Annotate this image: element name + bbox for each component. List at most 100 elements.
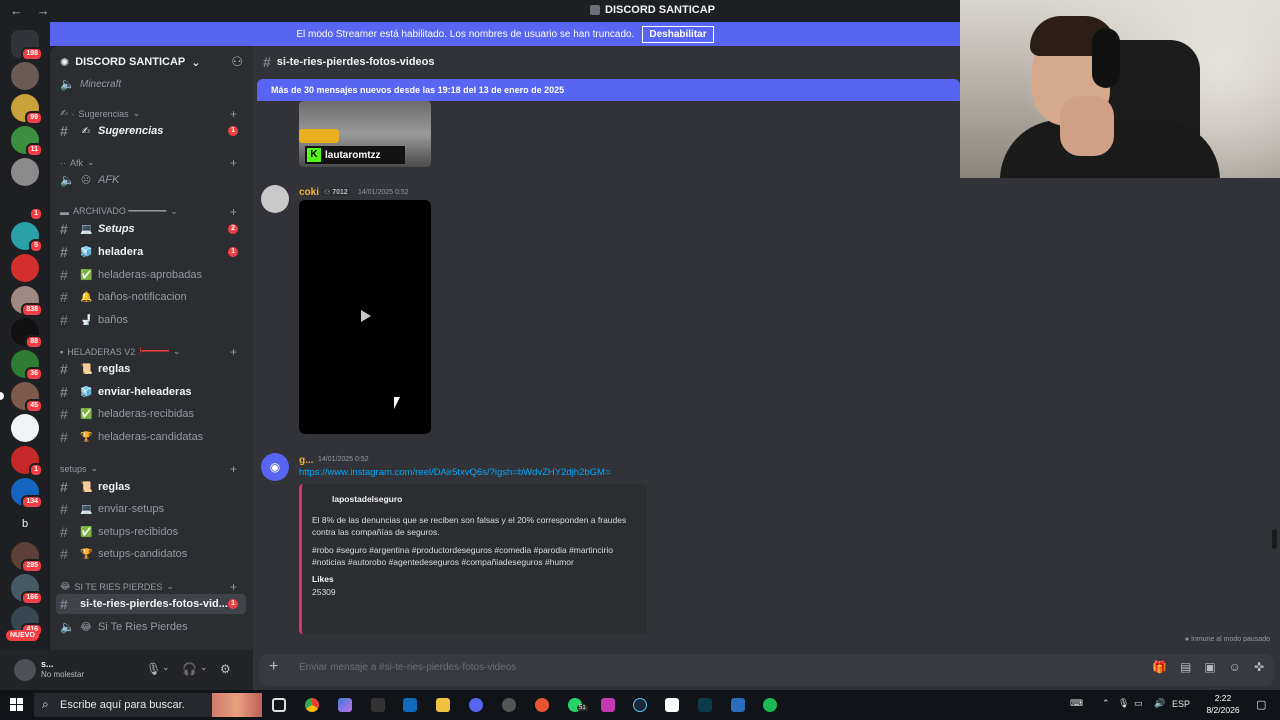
add-channel-icon[interactable]: +: [230, 107, 237, 121]
app-icon[interactable]: [371, 698, 385, 712]
network-icon[interactable]: ▭: [1134, 698, 1143, 709]
discord-icon[interactable]: [469, 698, 483, 712]
app-icon[interactable]: [535, 698, 549, 712]
microphone-icon[interactable]: 🎙: [146, 662, 161, 676]
avatar[interactable]: [261, 185, 289, 213]
voice-channel-si-te-ries-pierdes[interactable]: 🔈 😂 Si Te Ries Pierdes: [56, 617, 246, 637]
app-icon[interactable]: [601, 698, 615, 712]
channel-banos[interactable]: # 🚽 baños: [56, 310, 246, 330]
chevron-up-icon[interactable]: ⌃: [1102, 698, 1110, 709]
channel-heladeras-candidatas[interactable]: # 🏆 heladeras-candidatas: [56, 427, 246, 447]
message-author[interactable]: coki: [299, 187, 319, 198]
discord-avatar-icon[interactable]: ◉: [261, 453, 289, 481]
channel-heladeras-aprobadas[interactable]: # ✅ heladeras-aprobadas: [56, 265, 246, 285]
sticker-icon[interactable]: ▣: [1204, 660, 1215, 674]
server-icon[interactable]: 11: [11, 126, 43, 157]
server-icon[interactable]: [11, 158, 39, 186]
spotify-icon[interactable]: [763, 698, 777, 712]
new-messages-bar[interactable]: Más de 30 mensajes nuevos desde las 19:1…: [257, 79, 960, 101]
mail-icon[interactable]: [403, 698, 417, 712]
taskbar-search[interactable]: ⌕ Escribe aquí para buscar.: [34, 693, 262, 717]
avatar[interactable]: [14, 659, 36, 681]
shield-icon[interactable]: [731, 698, 745, 712]
server-icon[interactable]: 838: [11, 286, 43, 317]
capcut-icon[interactable]: [665, 698, 679, 712]
gift-icon[interactable]: 🎁: [1152, 660, 1167, 674]
obs-icon[interactable]: [502, 698, 516, 712]
notifications-icon[interactable]: ▢: [1256, 698, 1266, 711]
add-channel-icon[interactable]: +: [230, 580, 237, 594]
add-attachment-icon[interactable]: +: [269, 658, 278, 676]
discord-home-icon[interactable]: 198: [11, 30, 43, 61]
gif-icon[interactable]: ▤: [1180, 660, 1191, 674]
channel-heladera[interactable]: # 🧊 heladera 1: [56, 242, 246, 262]
server-icon[interactable]: [11, 414, 39, 442]
server-icon[interactable]: 1: [11, 446, 43, 477]
chevron-down-icon[interactable]: ⌄: [200, 662, 208, 673]
embed-author[interactable]: lapostadelseguro: [332, 494, 637, 504]
message-input[interactable]: Enviar mensaje a #si-te-ries-pierdes-fot…: [299, 662, 516, 673]
server-icon[interactable]: 88: [11, 318, 43, 349]
apps-icon[interactable]: ✜: [1254, 660, 1264, 674]
emoji-icon[interactable]: ☺: [1229, 660, 1241, 674]
headphones-icon[interactable]: 🎧: [182, 662, 197, 676]
channel-setups-recibidos[interactable]: # ✅ setups-recibidos: [56, 522, 246, 542]
category-afk[interactable]: ·· Afk ⌄ +: [60, 156, 237, 170]
voice-channel-afk[interactable]: 🔈 ☹ AFK: [56, 170, 246, 190]
add-channel-icon[interactable]: +: [230, 462, 237, 476]
play-icon[interactable]: [361, 310, 371, 322]
video-attachment[interactable]: [299, 200, 431, 434]
server-icon[interactable]: 1: [11, 190, 43, 221]
file-explorer-icon[interactable]: [436, 698, 450, 712]
steam-icon[interactable]: [633, 698, 647, 712]
copilot-icon[interactable]: [338, 698, 352, 712]
category-sugerencias[interactable]: ✍ · Sugerencias ⌄ +: [60, 107, 237, 121]
chrome-icon[interactable]: [305, 698, 319, 712]
server-icon[interactable]: 134: [11, 478, 43, 509]
server-icon[interactable]: 285: [11, 542, 43, 573]
microphone-icon[interactable]: 🎙: [1118, 698, 1129, 709]
task-view-icon[interactable]: [272, 698, 286, 712]
message-author[interactable]: g...: [299, 455, 313, 466]
server-icon[interactable]: 36: [11, 350, 43, 381]
clock[interactable]: 2:22 8/2/2026: [1198, 692, 1248, 716]
channel-si-te-ries-pierdes-fotos-videos[interactable]: # si-te-ries-pierdes-fotos-vid... 1: [56, 594, 246, 614]
add-channel-icon[interactable]: +: [230, 345, 237, 359]
keyboard-icon[interactable]: ⌨: [1070, 698, 1083, 709]
server-icon[interactable]: [11, 254, 39, 282]
category-si-te-ries-pierdes[interactable]: 😂 SI TE RIES PIERDES ⌄ +: [60, 580, 237, 594]
channel-banos-notificacion[interactable]: # 🔔 baños-notificacion: [56, 287, 246, 307]
channel-enviar-heleaderas[interactable]: # 🧊 enviar-heleaderas: [56, 382, 246, 402]
volume-icon[interactable]: 🔊: [1154, 698, 1165, 709]
windows-start-icon[interactable]: [10, 698, 24, 712]
add-channel-icon[interactable]: +: [230, 156, 237, 170]
app-icon[interactable]: [698, 698, 712, 712]
gear-icon[interactable]: ⚙: [220, 662, 231, 676]
channel-enviar-setups[interactable]: # 💻 enviar-setups: [56, 499, 246, 519]
chevron-down-icon[interactable]: ⌄: [162, 662, 170, 673]
add-member-icon[interactable]: ⚇: [231, 54, 243, 70]
category-setups[interactable]: setups ⌄ +: [60, 462, 237, 476]
channel-setups[interactable]: # 💻 Setups 2: [56, 219, 246, 239]
channel-reglas-setups[interactable]: # 📜 reglas: [56, 477, 246, 497]
instagram-link[interactable]: https://www.instagram.com/reel/DAir5txvQ…: [299, 467, 611, 478]
server-icon[interactable]: 166: [11, 574, 43, 605]
channel-heladeras-recibidas[interactable]: # ✅ heladeras-recibidas: [56, 404, 246, 424]
scrollbar[interactable]: [1272, 529, 1277, 549]
voice-channel-minecraft[interactable]: 🔈 Minecraft: [56, 74, 246, 94]
server-icon[interactable]: [11, 62, 39, 90]
category-archivado[interactable]: ▬ ARCHIVADO ━━━━━━━ ⌄ +: [60, 205, 237, 219]
server-icon[interactable]: 99: [11, 94, 43, 125]
channel-setups-candidatos[interactable]: # 🏆 setups-candidatos: [56, 544, 246, 564]
forward-arrow-icon[interactable]: →: [37, 3, 50, 18]
image-attachment[interactable]: K lautaromtzz: [299, 101, 431, 167]
server-letter-icon[interactable]: b: [11, 510, 39, 538]
back-arrow-icon[interactable]: ←: [10, 3, 23, 18]
category-heladeras-v2[interactable]: ▪ HELADERAS V2 !━━━━━ ⌄ +: [60, 345, 237, 359]
add-channel-icon[interactable]: +: [230, 205, 237, 219]
channel-sugerencias[interactable]: # ✍ Sugerencias 1: [56, 121, 246, 141]
channel-reglas[interactable]: # 📜 reglas: [56, 359, 246, 379]
language-indicator[interactable]: ESP: [1172, 699, 1190, 709]
server-icon[interactable]: 45: [11, 382, 43, 413]
server-icon[interactable]: 5: [11, 222, 43, 253]
